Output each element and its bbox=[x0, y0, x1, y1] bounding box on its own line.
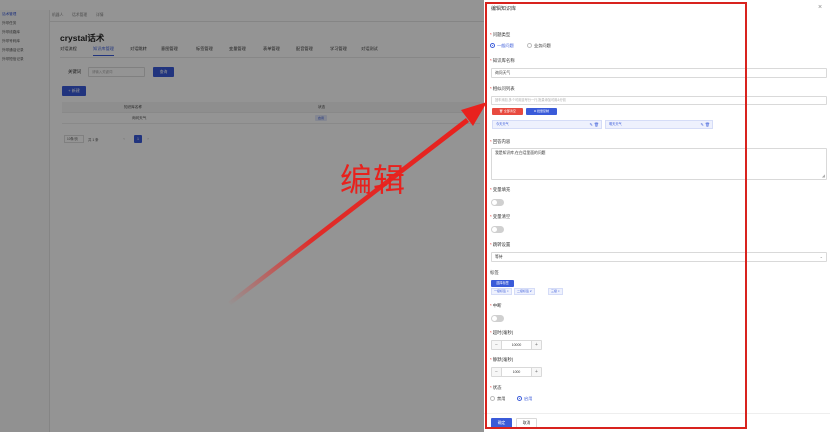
annotation-label: 编辑 bbox=[340, 161, 407, 199]
arrow-shaft bbox=[228, 118, 469, 305]
annotation-arrow bbox=[228, 102, 487, 305]
